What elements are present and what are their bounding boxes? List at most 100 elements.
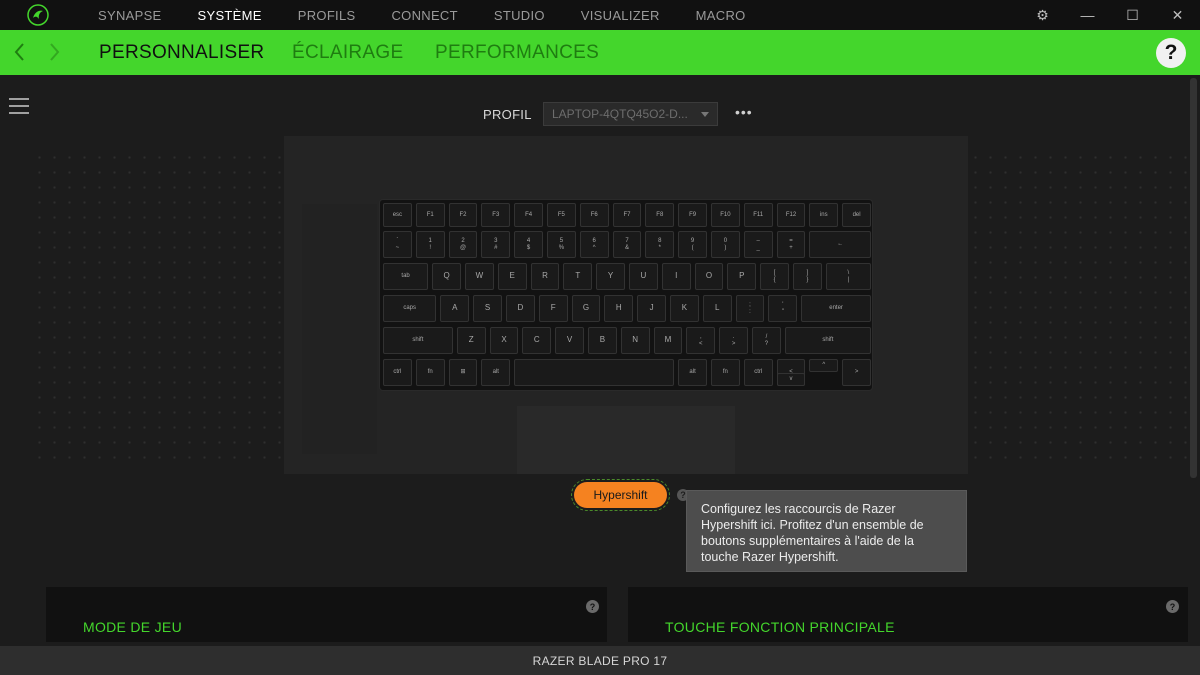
- key-alt-5-5[interactable]: alt: [678, 359, 707, 386]
- key-7-1-7[interactable]: 7 &: [612, 231, 642, 258]
- panel-mode-de-jeu[interactable]: MODE DE JEU ?: [46, 587, 607, 642]
- maximize-button[interactable]: ☐: [1110, 0, 1155, 30]
- topnav-systeme[interactable]: SYSTÈME: [180, 8, 280, 23]
- key-enter-3-12[interactable]: enter: [801, 295, 871, 322]
- key-B-4-5[interactable]: B: [588, 327, 617, 354]
- razer-logo-icon[interactable]: [26, 3, 50, 27]
- key-R-2-4[interactable]: R: [530, 263, 560, 290]
- key-G-3-5[interactable]: G: [571, 295, 601, 322]
- key-F12-0-12[interactable]: F12: [776, 203, 806, 227]
- key-F11-0-11[interactable]: F11: [743, 203, 773, 227]
- key-8-1-8[interactable]: 8 *: [645, 231, 675, 258]
- key-alt-5-3[interactable]: alt: [481, 359, 511, 386]
- topnav-connect[interactable]: CONNECT: [373, 8, 475, 23]
- key--4-10[interactable]: /?: [752, 327, 781, 354]
- key--2-12[interactable]: ]}: [793, 263, 822, 290]
- topnav-macro[interactable]: MACRO: [678, 8, 764, 23]
- topnav-profils[interactable]: PROFILS: [280, 8, 374, 23]
- key-F7-0-7[interactable]: F7: [612, 203, 642, 227]
- hypershift-button[interactable]: Hypershift: [571, 479, 670, 511]
- key--1-0[interactable]: ` ~: [383, 231, 412, 258]
- key-F-3-4[interactable]: F: [538, 295, 568, 322]
- key-E-2-3[interactable]: E: [497, 263, 527, 290]
- scrollbar[interactable]: [1190, 78, 1197, 478]
- key-D-3-3[interactable]: D: [506, 295, 535, 322]
- menu-hamburger-icon[interactable]: [9, 98, 29, 114]
- key-2-1-2[interactable]: 2 @: [448, 231, 478, 258]
- topnav-visualizer[interactable]: VISUALIZER: [563, 8, 678, 23]
- back-arrow-icon[interactable]: [8, 38, 32, 66]
- key-F1-0-1[interactable]: F1: [415, 203, 445, 227]
- key-space-5-4[interactable]: [514, 359, 675, 386]
- key-1-1-1[interactable]: 1!: [415, 231, 445, 258]
- settings-gear-icon[interactable]: ⚙: [1020, 0, 1065, 30]
- key-0-1-10[interactable]: 0): [711, 231, 740, 258]
- question-help-icon[interactable]: ?: [1166, 600, 1179, 613]
- key-Q-2-1[interactable]: Q: [432, 263, 461, 290]
- key-I-2-8[interactable]: I: [661, 263, 691, 290]
- key-fn-5-1[interactable]: fn: [415, 359, 445, 386]
- key-6-1-6[interactable]: 6 ^: [579, 231, 609, 258]
- key-U-2-7[interactable]: U: [629, 263, 658, 290]
- key-K-3-8[interactable]: K: [670, 295, 699, 322]
- key-X-4-2[interactable]: X: [489, 327, 519, 354]
- key-F2-0-2[interactable]: F2: [448, 203, 478, 227]
- topnav-synapse[interactable]: SYNAPSE: [80, 8, 180, 23]
- key-N-4-6[interactable]: N: [620, 327, 650, 354]
- help-button[interactable]: ?: [1156, 38, 1186, 68]
- key-Z-4-1[interactable]: Z: [456, 327, 486, 354]
- key-L-3-9[interactable]: L: [702, 295, 732, 322]
- key-S-3-2[interactable]: S: [473, 295, 502, 322]
- question-help-icon[interactable]: ?: [586, 600, 599, 613]
- more-options-button[interactable]: •••: [735, 104, 753, 120]
- minimize-button[interactable]: —: [1065, 0, 1110, 30]
- key-F4-0-4[interactable]: F4: [514, 203, 543, 227]
- key-T-2-5[interactable]: T: [563, 263, 593, 290]
- key--1-13[interactable]: ←: [809, 231, 871, 258]
- key-ins-0-13[interactable]: ins: [809, 203, 839, 227]
- key-v-5-10[interactable]: v: [776, 373, 806, 386]
- key-Y-2-6[interactable]: Y: [596, 263, 625, 290]
- key-shift-4-0[interactable]: shift: [383, 327, 453, 354]
- tab-eclairage[interactable]: ÉCLAIRAGE: [292, 42, 403, 64]
- key-fn-5-6[interactable]: fn: [711, 359, 740, 386]
- key-M-4-7[interactable]: M: [653, 327, 683, 354]
- key-F8-0-8[interactable]: F8: [645, 203, 675, 227]
- forward-arrow-icon[interactable]: [42, 38, 66, 66]
- key-F10-0-10[interactable]: F10: [711, 203, 740, 227]
- key--5-2[interactable]: ⊞: [448, 359, 478, 386]
- key--2-11[interactable]: [{: [760, 263, 789, 290]
- key--5-11[interactable]: >: [842, 359, 871, 386]
- topnav-studio[interactable]: STUDIO: [476, 8, 563, 23]
- key-O-2-9[interactable]: O: [694, 263, 724, 290]
- key-H-3-6[interactable]: H: [604, 295, 634, 322]
- key--2-13[interactable]: \ |: [825, 263, 871, 290]
- key--3-11[interactable]: ' ": [768, 295, 798, 322]
- key--1-12[interactable]: = +: [776, 231, 806, 258]
- key-9-1-9[interactable]: 9(: [678, 231, 707, 258]
- key-del-0-14[interactable]: del: [842, 203, 871, 227]
- key--1-11[interactable]: – _: [743, 231, 773, 258]
- key--4-8[interactable]: , <: [686, 327, 716, 354]
- key-V-4-4[interactable]: V: [555, 327, 584, 354]
- key-5-1-5[interactable]: 5%: [547, 231, 576, 258]
- key-shift-4-11[interactable]: shift: [784, 327, 871, 354]
- key-3-1-3[interactable]: 3 #: [481, 231, 511, 258]
- key-F9-0-9[interactable]: F9: [678, 203, 707, 227]
- key-J-3-7[interactable]: J: [637, 295, 666, 322]
- key-W-2-2[interactable]: W: [465, 263, 494, 290]
- key-F6-0-6[interactable]: F6: [579, 203, 609, 227]
- key-ctrl-5-0[interactable]: ctrl: [383, 359, 412, 386]
- key--5-9[interactable]: ^: [809, 359, 839, 372]
- key-A-3-1[interactable]: A: [440, 295, 470, 322]
- key-F3-0-3[interactable]: F3: [481, 203, 511, 227]
- key--3-10[interactable]: ;:: [735, 295, 765, 322]
- key-F5-0-5[interactable]: F5: [547, 203, 576, 227]
- key-ctrl-5-7[interactable]: ctrl: [743, 359, 773, 386]
- key-esc-0-0[interactable]: esc: [383, 203, 412, 227]
- key-tab-2-0[interactable]: tab: [383, 263, 429, 290]
- key-4-1-4[interactable]: 4 $: [514, 231, 543, 258]
- key-C-4-3[interactable]: C: [522, 327, 552, 354]
- key-caps-3-0[interactable]: caps: [383, 295, 437, 322]
- tab-performances[interactable]: PERFORMANCES: [435, 42, 599, 64]
